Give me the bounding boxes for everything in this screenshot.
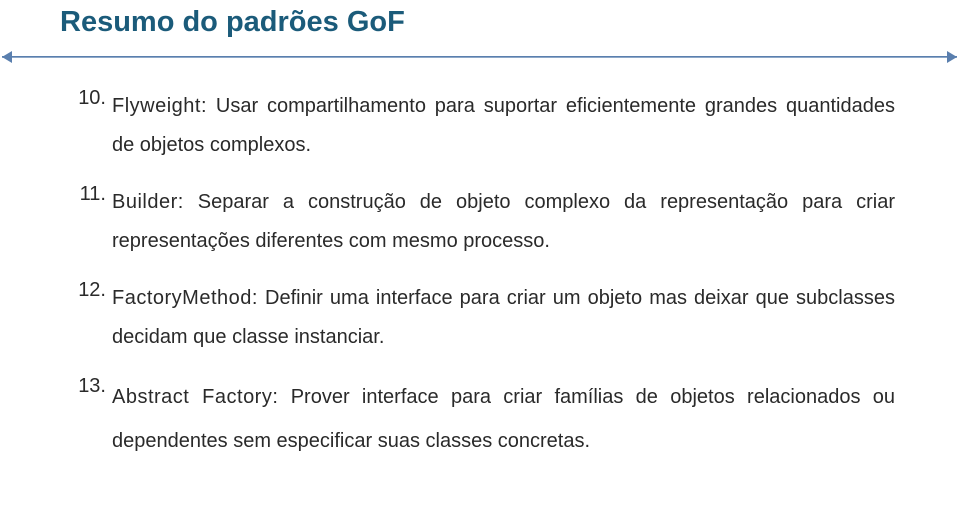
- list-item: 13. Abstract Factory: Prover interface p…: [64, 375, 895, 463]
- list-item: 12. FactoryMethod: Definir uma interface…: [64, 279, 895, 357]
- item-text: Abstract Factory: Prover interface para …: [112, 375, 895, 463]
- list-item: 11. Builder: Separar a construção de obj…: [64, 183, 895, 261]
- item-text: FactoryMethod: Definir uma interface par…: [112, 279, 895, 357]
- item-lead: Abstract Factory:: [112, 386, 278, 408]
- item-number: 11.: [64, 183, 106, 206]
- item-text: Builder: Separar a construção de objeto …: [112, 183, 895, 261]
- item-number: 12.: [64, 279, 106, 302]
- item-rest: Separar a construção de objeto complexo …: [112, 191, 895, 252]
- list-item: 10. Flyweight: Usar compartilhamento par…: [64, 87, 895, 165]
- item-lead: Flyweight:: [112, 95, 207, 117]
- item-rest: Usar compartilhamento para suportar efic…: [112, 95, 895, 156]
- item-lead: Builder:: [112, 191, 184, 213]
- slide-page: Resumo do padrões GoF 10. Flyweight: Usa…: [0, 0, 959, 516]
- slide-title: Resumo do padrões GoF: [60, 0, 899, 39]
- item-number: 13.: [64, 375, 106, 398]
- item-text: Flyweight: Usar compartilhamento para su…: [112, 87, 895, 165]
- arrow-right-icon: [947, 51, 957, 63]
- divider-line: [2, 56, 957, 58]
- item-lead: FactoryMethod:: [112, 287, 258, 309]
- arrow-left-icon: [2, 51, 12, 63]
- pattern-list: 10. Flyweight: Usar compartilhamento par…: [60, 87, 899, 463]
- divider-arrow: [60, 51, 899, 63]
- item-number: 10.: [64, 87, 106, 110]
